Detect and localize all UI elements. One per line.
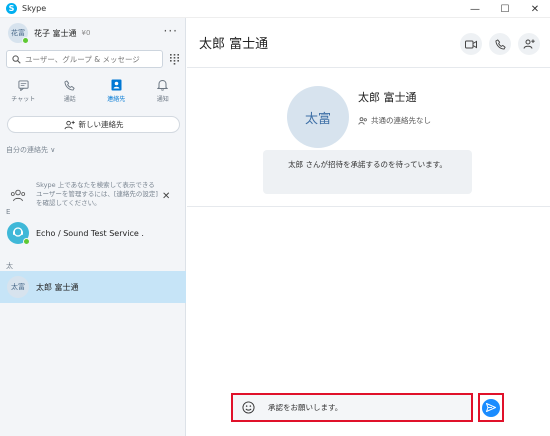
presence-online-icon bbox=[22, 37, 29, 44]
profile-name: 花子 富士通 bbox=[34, 28, 77, 38]
sidebar: 花富 花子 富士通 ¥0 ··· ユーザー、グループ & メッセージ チャット … bbox=[0, 18, 186, 436]
notice-text: Skype 上であなたを検索して表示できるユーザーを管理するには、[連絡先の設定… bbox=[36, 181, 158, 207]
add-person-icon bbox=[523, 39, 535, 49]
tab-label: 通話 bbox=[63, 95, 76, 103]
profile-credit: ¥0 bbox=[81, 29, 91, 37]
title-bar: S Skype — ☐ ✕ bbox=[0, 0, 550, 18]
search-input[interactable] bbox=[25, 54, 155, 64]
more-options-button[interactable]: ··· bbox=[164, 24, 178, 38]
nav-tabs: チャット 通話 連絡先 通知 bbox=[0, 76, 186, 106]
tab-contacts[interactable]: 連絡先 bbox=[93, 76, 140, 106]
close-button[interactable]: ✕ bbox=[520, 0, 550, 18]
chat-icon bbox=[18, 79, 29, 91]
profile-avatar[interactable]: 花富 bbox=[8, 23, 29, 44]
echo-avatar bbox=[7, 222, 30, 245]
section-group-e: E bbox=[6, 208, 11, 216]
invite-pending-message: 太郎 さんが招待を承諾するのを待っています。 bbox=[263, 150, 472, 194]
minimize-button[interactable]: — bbox=[460, 0, 490, 18]
notice-close-button[interactable]: ✕ bbox=[162, 191, 170, 202]
people-icon bbox=[10, 189, 26, 202]
video-camera-icon bbox=[465, 40, 477, 48]
bell-icon bbox=[157, 79, 169, 91]
search-icon bbox=[12, 54, 21, 64]
people-icon bbox=[358, 116, 367, 125]
contact-settings-notice: Skype 上であなたを検索して表示できるユーザーを管理するには、[連絡先の設定… bbox=[0, 178, 186, 220]
tab-calls[interactable]: 通話 bbox=[47, 76, 94, 106]
tab-chat[interactable]: チャット bbox=[0, 76, 47, 106]
send-arrow-icon bbox=[486, 403, 496, 412]
conversation-pane: 太郎 富士通 太富 太郎 富士通 共通の連絡先なし 太郎 さんが招待を承諾するの… bbox=[187, 18, 550, 436]
new-contact-button[interactable]: 新しい連絡先 bbox=[7, 116, 180, 133]
divider bbox=[187, 206, 550, 207]
window-title: Skype bbox=[22, 4, 47, 13]
tab-label: 連絡先 bbox=[107, 96, 126, 103]
tab-notifications[interactable]: 通知 bbox=[140, 76, 187, 106]
profile-header[interactable]: 花富 花子 富士通 ¥0 ··· bbox=[0, 18, 186, 48]
contact-avatar: 太富 bbox=[7, 276, 29, 298]
new-contact-label: 新しい連絡先 bbox=[78, 120, 124, 129]
add-person-icon bbox=[64, 120, 75, 129]
send-button-highlight bbox=[478, 393, 504, 422]
phone-icon bbox=[494, 38, 506, 50]
conversation-title[interactable]: 太郎 富士通 bbox=[199, 33, 268, 52]
contact-row-taro[interactable]: 太富 太郎 富士通 bbox=[0, 271, 186, 303]
mutual-contacts-text: 共通の連絡先なし bbox=[371, 116, 431, 125]
contacts-icon bbox=[111, 79, 122, 91]
audio-call-button[interactable] bbox=[489, 33, 511, 55]
mutual-contacts[interactable]: 共通の連絡先なし bbox=[358, 115, 431, 126]
phone-icon bbox=[64, 79, 75, 91]
dialpad-icon bbox=[169, 53, 179, 65]
contact-profile-name: 太郎 富士通 bbox=[358, 91, 417, 104]
send-button[interactable] bbox=[482, 398, 500, 417]
message-compose-box[interactable] bbox=[231, 393, 473, 422]
video-call-button[interactable] bbox=[460, 33, 482, 55]
contact-profile-avatar[interactable]: 太富 bbox=[287, 86, 349, 148]
search-box[interactable] bbox=[6, 50, 163, 68]
section-my-contacts[interactable]: 自分の連絡先 ∨ bbox=[6, 145, 55, 155]
maximize-button[interactable]: ☐ bbox=[490, 0, 520, 18]
section-group-ta: 太 bbox=[6, 262, 13, 270]
add-participant-button[interactable] bbox=[518, 33, 540, 55]
contact-name: 太郎 富士通 bbox=[36, 282, 79, 292]
presence-online-icon bbox=[23, 238, 30, 245]
contact-name: Echo / Sound Test Service . bbox=[36, 228, 144, 238]
tab-label: 通知 bbox=[156, 96, 169, 103]
echo-bot-icon bbox=[13, 227, 23, 237]
tab-label: チャット bbox=[11, 95, 36, 103]
window-controls: — ☐ ✕ bbox=[460, 0, 550, 18]
dialpad-button[interactable] bbox=[167, 51, 181, 67]
conversation-header: 太郎 富士通 bbox=[187, 18, 550, 68]
skype-logo-icon: S bbox=[6, 3, 17, 14]
emoji-icon[interactable] bbox=[242, 401, 255, 414]
message-input[interactable] bbox=[268, 403, 458, 412]
contact-row-echo[interactable]: Echo / Sound Test Service . bbox=[0, 217, 186, 249]
